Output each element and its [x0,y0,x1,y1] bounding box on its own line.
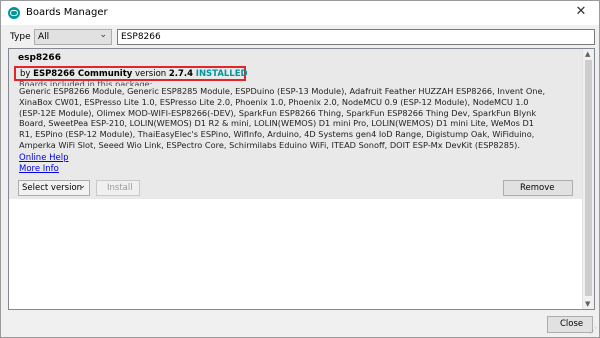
type-select-value: All [38,32,50,42]
scroll-down-icon[interactable]: ▼ [585,300,590,308]
select-version-label: Select version [22,183,83,193]
select-version-dropdown[interactable]: Select version ⌄ [18,180,90,196]
boards-line: XinaBox CW01, ESPresso Lite 1.0, ESPress… [19,96,529,107]
resize-grip-icon[interactable]: ⋰ [589,326,597,335]
vertical-scrollbar[interactable]: ▲ ▼ [582,49,594,309]
installed-badge: INSTALLED [195,69,248,79]
search-input[interactable]: ESP8266 [117,29,595,45]
boards-list: esp8266 by ESP8266 Community version 2.7… [8,48,595,310]
package-name: esp8266 [18,53,61,63]
close-icon[interactable]: ✕ [573,4,589,19]
package-author: ESP8266 Community [33,69,133,79]
filter-bar: Type All ⌄ ESP8266 [1,26,599,48]
arduino-app-icon [8,7,20,19]
search-input-value: ESP8266 [121,32,161,42]
by-prefix: by [20,69,31,79]
close-button-label: Close [560,319,584,329]
chevron-down-icon: ⌄ [78,181,86,191]
boards-line: Amperka WiFi Slot, Seeed Wio Link, ESPec… [19,139,520,150]
boards-description: Boards included in this package: Generic… [19,80,579,151]
type-select[interactable]: All ⌄ [34,29,112,45]
install-button[interactable]: Install [96,180,140,196]
title-bar: Boards Manager ✕ [1,1,599,25]
remove-button[interactable]: Remove [503,180,573,196]
package-byline: by ESP8266 Community version 2.7.4 INSTA… [20,69,248,79]
version-word: version [135,69,167,79]
boards-line: R1, ESPino (ESP-12 Module), ThaiEasyElec… [19,129,535,140]
scrollbar-thumb[interactable] [585,60,592,296]
highlight-box: by ESP8266 Community version 2.7.4 INSTA… [14,66,248,81]
boards-line: Board, SweetPea ESP-210, LOLIN(WEMOS) D1… [19,118,534,129]
list-item-esp8266[interactable]: esp8266 by ESP8266 Community version 2.7… [9,49,582,199]
close-button[interactable]: Close [547,316,593,333]
boards-line: Generic ESP8266 Module, Generic ESP8285 … [19,86,546,96]
more-info-link[interactable]: More Info [19,164,59,174]
type-label: Type [10,32,31,42]
scroll-up-icon[interactable]: ▲ [585,50,590,58]
install-button-label: Install [107,183,133,193]
chevron-down-icon: ⌄ [99,30,107,40]
online-help-link[interactable]: Online Help [19,153,69,163]
window-title: Boards Manager [26,7,108,18]
remove-button-label: Remove [520,183,555,193]
boards-line: (ESP-12E Module), Olimex MOD-WIFI-ESP826… [19,107,537,118]
package-version: 2.7.4 [168,69,194,79]
boards-manager-window: Boards Manager ✕ Type All ⌄ ESP8266 esp8… [0,0,600,338]
